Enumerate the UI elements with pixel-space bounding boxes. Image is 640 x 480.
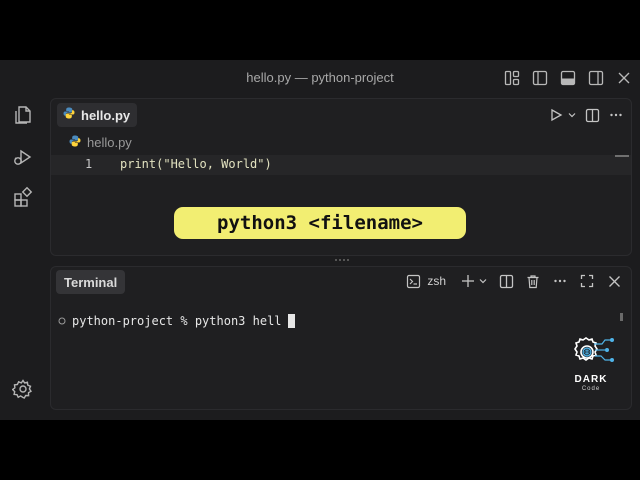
activity-bar: [0, 96, 46, 420]
dark-code-logo: DARK Code: [556, 334, 626, 400]
terminal-actions: zsh: [404, 272, 623, 290]
customize-layout-icon[interactable]: [502, 68, 522, 88]
terminal-shell-icon[interactable]: [404, 272, 422, 290]
breadcrumb-file: hello.py: [87, 135, 132, 150]
layout-controls: [502, 68, 634, 88]
files-icon[interactable]: [10, 102, 36, 128]
tab-label: hello.py: [81, 107, 131, 123]
extensions-icon[interactable]: [10, 184, 36, 210]
run-python-file-icon[interactable]: [547, 106, 565, 124]
terminal-cursor: [287, 314, 295, 328]
brain-gear-icon: [574, 337, 614, 362]
command-callout: python3 <filename>: [174, 207, 466, 239]
command-status-icon: [58, 317, 66, 325]
terminal-prompt-text: python-project % python3 hell: [72, 314, 282, 328]
shell-name[interactable]: zsh: [427, 274, 446, 288]
close-panel-icon[interactable]: [605, 272, 623, 290]
more-actions-icon[interactable]: [551, 272, 569, 290]
editor-tab-hello-py[interactable]: hello.py: [57, 103, 138, 127]
terminal-scrollbar[interactable]: [620, 313, 623, 321]
letterbox-top: [0, 0, 640, 60]
logo-dark-text: DARK: [574, 374, 608, 385]
vscode-window: hello.py — python-project hello.py hello…: [0, 60, 640, 420]
python-file-icon: [69, 135, 81, 150]
editor-actions: [547, 106, 625, 124]
letterbox-bottom: [0, 420, 640, 480]
code-text: print("Hello, World"): [120, 157, 272, 171]
new-terminal-icon[interactable]: [459, 272, 477, 290]
settings-gear-icon[interactable]: [10, 376, 36, 402]
terminal-input-line[interactable]: python-project % python3 hell: [58, 314, 295, 328]
toggle-panel-icon[interactable]: [558, 68, 578, 88]
breadcrumb[interactable]: hello.py: [69, 135, 132, 150]
trash-icon[interactable]: [524, 272, 542, 290]
python-file-icon: [63, 106, 75, 124]
callout-text: python3 <filename>: [217, 212, 423, 234]
close-window-icon[interactable]: [614, 68, 634, 88]
maximize-panel-icon[interactable]: [578, 272, 596, 290]
more-actions-icon[interactable]: [607, 106, 625, 124]
line-number: 1: [85, 157, 93, 171]
chevron-down-icon[interactable]: [478, 272, 488, 290]
terminal-panel: Terminal zsh python-project % python3 he…: [50, 266, 632, 410]
title-bar: hello.py — python-project: [0, 60, 640, 96]
run-debug-icon[interactable]: [10, 144, 36, 170]
terminal-tab-label: Terminal: [64, 274, 118, 290]
split-editor-icon[interactable]: [583, 106, 601, 124]
split-terminal-icon[interactable]: [497, 272, 515, 290]
logo-code-text: Code: [581, 386, 601, 392]
code-line[interactable]: 1 print("Hello, World"): [51, 155, 631, 175]
scrollbar-marker: [615, 155, 629, 157]
toggle-primary-sidebar-icon[interactable]: [530, 68, 550, 88]
chevron-down-icon[interactable]: [567, 106, 577, 124]
panel-splitter[interactable]: [335, 259, 349, 262]
tab-terminal[interactable]: Terminal: [56, 270, 126, 294]
toggle-secondary-sidebar-icon[interactable]: [586, 68, 606, 88]
